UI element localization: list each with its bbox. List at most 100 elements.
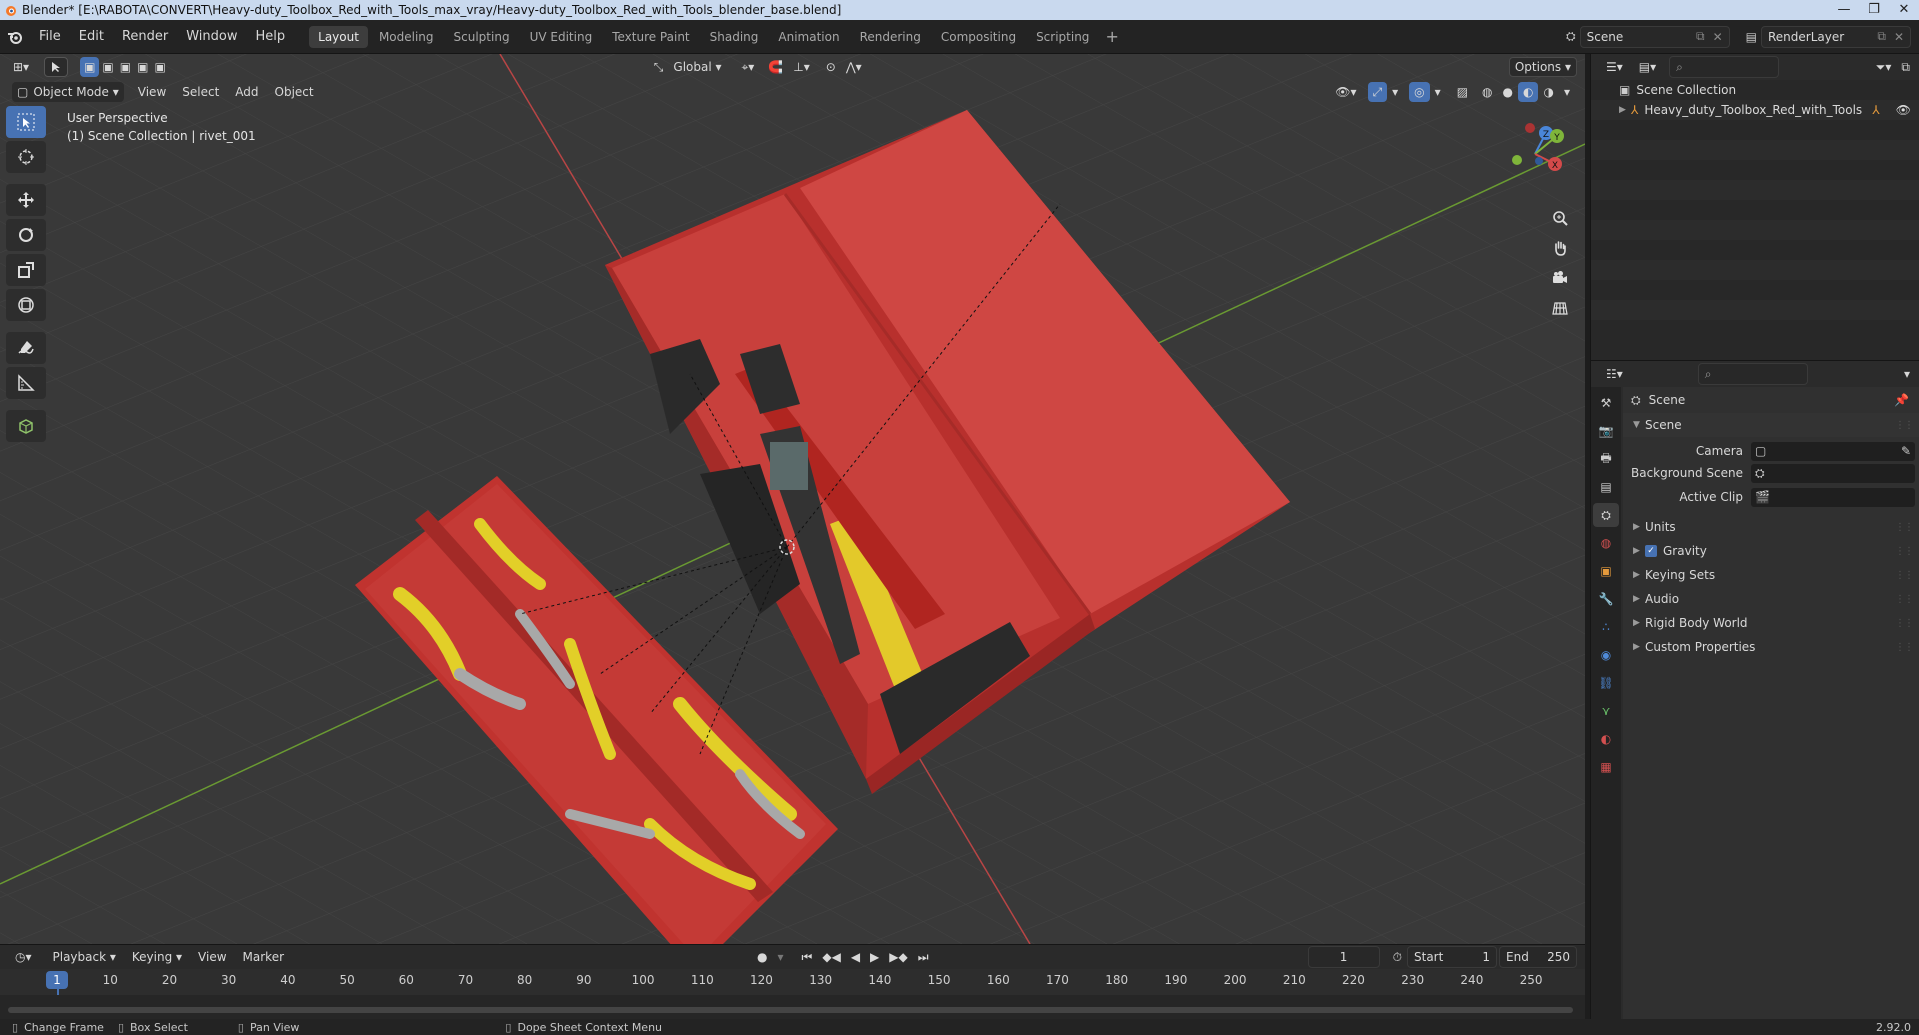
new-collection-icon[interactable]: ⧉ — [1896, 57, 1915, 77]
timeline-ruler[interactable]: 1 10 20 30 40 50 60 70 80 90 100 110 120 130 140 150 160… — [0, 969, 1585, 1019]
jump-end-icon[interactable]: ⏭ — [913, 947, 934, 967]
background-scene-field[interactable]: ⛭ — [1751, 463, 1915, 483]
perspective-toggle-icon[interactable] — [1545, 294, 1575, 322]
drag-handle-icon[interactable]: ⋮⋮ — [1895, 546, 1914, 557]
drag-handle-icon[interactable]: ⋮⋮ — [1895, 642, 1914, 653]
scene-icon[interactable]: ⛭ — [1566, 29, 1576, 44]
camera-field[interactable]: ▢ ✎ — [1751, 441, 1915, 461]
select-invert-icon[interactable]: ▣ — [134, 57, 151, 77]
physics-tab-icon[interactable]: ◉ — [1593, 643, 1619, 667]
tab-uv-editing[interactable]: UV Editing — [521, 26, 602, 48]
editor-type-icon[interactable]: ⊞▾ — [8, 57, 34, 77]
material-shading-icon[interactable]: ◐ — [1518, 82, 1539, 102]
object-tab-icon[interactable]: ▣ — [1593, 559, 1619, 583]
jump-start-icon[interactable]: ⏮ — [797, 947, 818, 967]
gizmo-dropdown-icon[interactable]: ▾ — [1387, 82, 1403, 102]
tab-texture-paint[interactable]: Texture Paint — [603, 26, 698, 48]
view-layer-selector[interactable]: RenderLayer ⧉ ✕ — [1761, 25, 1911, 48]
menu-render[interactable]: Render — [113, 20, 177, 54]
rendered-shading-icon[interactable]: ◑ — [1538, 82, 1558, 102]
tab-layout[interactable]: Layout — [309, 25, 368, 48]
record-keyframe-icon[interactable]: ● — [752, 947, 772, 967]
wireframe-shading-icon[interactable]: ◍ — [1477, 82, 1497, 102]
pivot-point-icon[interactable]: ⌖▾ — [737, 57, 760, 77]
overlay-toggle-icon[interactable]: ◎ — [1409, 82, 1430, 102]
expand-icon[interactable]: ▶ — [1619, 105, 1631, 115]
outliner-editor-type-icon[interactable]: ☰▾ — [1601, 57, 1628, 77]
select-intersect-icon[interactable]: ▣ — [151, 57, 168, 77]
close-button[interactable]: ✕ — [1889, 0, 1919, 20]
constraints-tab-icon[interactable]: ⛓ — [1593, 671, 1619, 695]
scene-panel-header[interactable]: ▼ Scene ⋮⋮ — [1623, 413, 1919, 437]
measure-tool-icon[interactable] — [6, 367, 46, 399]
object-mode-dropdown[interactable]: ▢ Object Mode ▾ — [12, 82, 124, 102]
keying-sets-panel-header[interactable]: ▶ Keying Sets ⋮⋮ — [1623, 563, 1919, 587]
neg-x-axis-icon[interactable] — [1525, 123, 1535, 133]
transform-tool-icon[interactable] — [6, 289, 46, 321]
timeline-menu-marker[interactable]: Marker — [235, 950, 292, 964]
object-data-icon[interactable]: ⅄ — [1872, 103, 1879, 117]
solid-shading-icon[interactable]: ● — [1498, 82, 1518, 102]
play-icon[interactable]: ▶ — [865, 947, 884, 967]
gizmo-toggle-icon[interactable]: ⤢ — [1367, 82, 1388, 102]
new-scene-icon[interactable]: ⧉ — [1696, 29, 1705, 44]
active-clip-field[interactable]: 🎬 — [1751, 487, 1915, 507]
output-tab-icon[interactable]: 🖶 — [1593, 447, 1619, 471]
select-new-icon[interactable]: ▣ — [80, 57, 100, 77]
3d-viewport[interactable]: ⊞▾ ▣ ▣ ▣ ▣ ▣ ⤡ Global ▾ ⌖▾ 🧲 ⊥▾ ⊙ ⋀▾ Opt… — [0, 54, 1585, 944]
modifier-tab-icon[interactable]: 🔧 — [1593, 587, 1619, 611]
outliner-search-input[interactable]: ⌕ — [1669, 56, 1780, 78]
viewport-menu-add[interactable]: Add — [227, 85, 266, 99]
drag-handle-icon[interactable]: ⋮⋮ — [1895, 420, 1914, 431]
rigid-body-world-panel-header[interactable]: ▶ Rigid Body World ⋮⋮ — [1623, 611, 1919, 635]
select-tool-icon[interactable] — [44, 57, 69, 77]
delete-scene-icon[interactable]: ✕ — [1713, 30, 1723, 44]
camera-view-icon[interactable] — [1545, 264, 1575, 292]
view-layer-tab-icon[interactable]: ▤ — [1593, 475, 1619, 499]
viewport-menu-view[interactable]: View — [130, 85, 174, 99]
drag-handle-icon[interactable]: ⋮⋮ — [1895, 522, 1914, 533]
audio-panel-header[interactable]: ▶ Audio ⋮⋮ — [1623, 587, 1919, 611]
zoom-icon[interactable] — [1545, 204, 1575, 232]
timeline-scrollbar[interactable] — [8, 1007, 1573, 1013]
viewport-menu-select[interactable]: Select — [174, 85, 227, 99]
select-subtract-icon[interactable]: ▣ — [117, 57, 134, 77]
minimize-button[interactable]: — — [1829, 0, 1859, 20]
move-tool-icon[interactable] — [6, 184, 46, 216]
view-layer-icon[interactable]: ▤ — [1746, 30, 1757, 44]
rotate-tool-icon[interactable] — [6, 219, 46, 251]
units-panel-header[interactable]: ▶ Units ⋮⋮ — [1623, 515, 1919, 539]
menu-window[interactable]: Window — [177, 20, 246, 54]
blender-menu-icon[interactable] — [0, 30, 30, 44]
snap-icon[interactable]: 🧲 — [763, 57, 788, 77]
timeline-menu-view[interactable]: View — [190, 950, 234, 964]
scale-tool-icon[interactable] — [6, 254, 46, 286]
xray-icon[interactable]: ▨ — [1452, 82, 1473, 102]
timeline-menu-playback[interactable]: Playback ▾ — [45, 950, 124, 964]
drag-handle-icon[interactable]: ⋮⋮ — [1895, 570, 1914, 581]
stopwatch-icon[interactable]: ⏱ — [1388, 947, 1407, 967]
filter-icon[interactable]: ⏷▾ — [1871, 57, 1897, 77]
eyedropper-icon[interactable]: ✎ — [1901, 444, 1911, 458]
neg-y-axis-icon[interactable] — [1512, 155, 1522, 165]
overlay-dropdown-icon[interactable]: ▾ — [1430, 82, 1446, 102]
timeline-body[interactable] — [0, 995, 1585, 1019]
transform-orientation-dropdown[interactable]: Global ▾ — [668, 57, 726, 77]
pan-hand-icon[interactable] — [1545, 234, 1575, 262]
material-tab-icon[interactable]: ◐ — [1593, 727, 1619, 751]
visibility-eye-icon[interactable]: 👁 — [1896, 103, 1911, 117]
visibility-eye-icon[interactable]: 👁▾ — [1330, 82, 1361, 102]
tab-modeling[interactable]: Modeling — [370, 26, 443, 48]
properties-options-icon[interactable]: ▾ — [1899, 364, 1915, 384]
drag-handle-icon[interactable]: ⋮⋮ — [1895, 618, 1914, 629]
current-frame-field[interactable]: 1 — [1307, 946, 1380, 968]
tab-sculpting[interactable]: Sculpting — [445, 26, 519, 48]
gravity-checkbox[interactable]: ✓ — [1645, 545, 1657, 557]
tab-compositing[interactable]: Compositing — [932, 26, 1025, 48]
select-extend-icon[interactable]: ▣ — [99, 57, 116, 77]
particles-tab-icon[interactable]: ∴ — [1593, 615, 1619, 639]
data-tab-icon[interactable]: ⋎ — [1593, 699, 1619, 723]
falloff-icon[interactable]: ⋀▾ — [841, 57, 867, 77]
pin-icon[interactable]: 📌 — [1894, 393, 1909, 407]
tab-rendering[interactable]: Rendering — [851, 26, 930, 48]
